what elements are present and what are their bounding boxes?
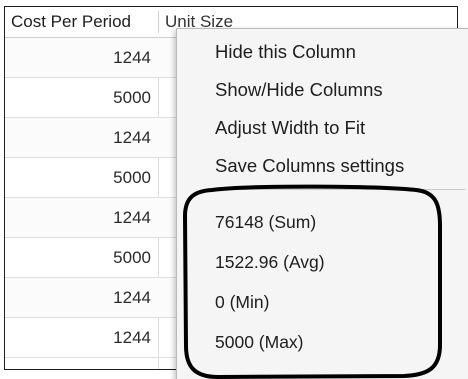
menu-item-hide-this-column[interactable]: Hide this Column <box>215 37 356 67</box>
menu-item-show-hide-columns[interactable]: Show/Hide Columns <box>215 75 383 105</box>
cost-cell: 5000 <box>113 168 151 187</box>
menu-item-adjust-width-to-fit[interactable]: Adjust Width to Fit <box>215 113 365 143</box>
column-context-menu: Hide this Column Show/Hide Columns Adjus… <box>176 28 468 379</box>
menu-stat-max[interactable]: 5000 (Max) <box>215 327 304 357</box>
screenshot-stage: Cost Per Period Unit Size 1244 5000 1244… <box>0 0 468 379</box>
column-divider[interactable] <box>158 11 159 33</box>
cost-cell: 5000 <box>113 248 151 267</box>
cost-cell: 1244 <box>113 288 151 307</box>
column-header-cost-per-period[interactable]: Cost Per Period <box>11 7 157 37</box>
menu-stat-min[interactable]: 0 (Min) <box>215 287 269 317</box>
cost-cell: 1244 <box>113 48 151 67</box>
menu-stat-avg[interactable]: 1522.96 (Avg) <box>215 247 325 277</box>
menu-separator <box>207 189 465 190</box>
cost-cell: 1244 <box>113 208 151 227</box>
cost-cell: 1244 <box>113 128 151 147</box>
menu-item-save-columns-settings[interactable]: Save Columns settings <box>215 151 404 181</box>
cost-cell: 1244 <box>113 328 151 347</box>
cost-cell: 5000 <box>113 88 151 107</box>
menu-stat-sum[interactable]: 76148 (Sum) <box>215 207 316 237</box>
